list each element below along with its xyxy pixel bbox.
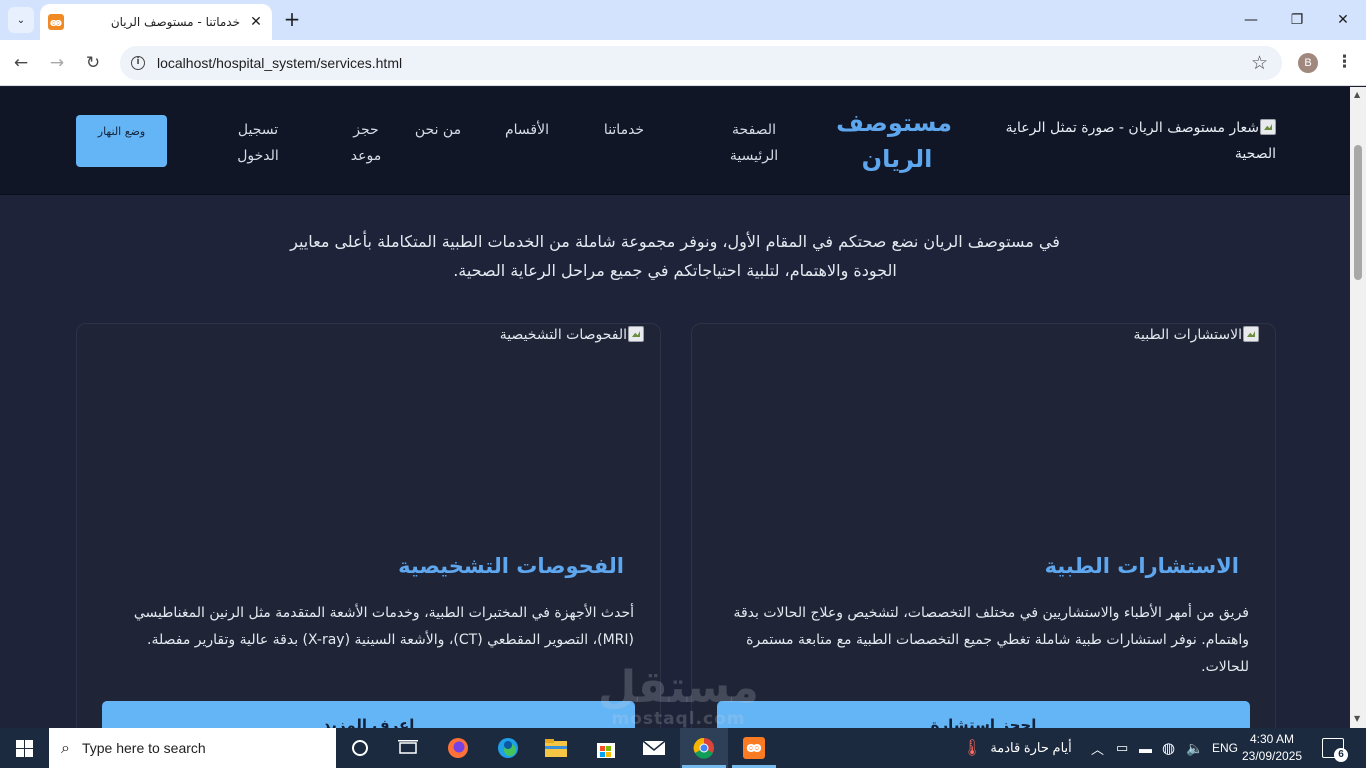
restore-button[interactable]: ❐ [1274,0,1320,40]
broken-image-icon [1243,326,1259,342]
profile-avatar[interactable]: B [1298,53,1318,73]
xampp-icon: ꙭ [743,737,765,759]
mail-taskbar-button[interactable] [630,728,678,768]
search-placeholder: Type here to search [81,740,206,756]
logo-alt-text: شعار مستوصف الريان - صورة تمثل الرعاية ا… [1005,120,1276,162]
card-description: أحدث الأجهزة في المختبرات الطبية، وخدمات… [133,605,634,648]
cortana-circle-icon [352,740,368,756]
tab-search-button[interactable]: ⌄ [8,7,34,33]
task-view-button[interactable] [384,728,432,768]
weather-widget[interactable]: 🌡 أيام حارة قادمة [962,728,1072,768]
store-taskbar-button[interactable] [582,728,630,768]
site-header: شعار مستوصف الريان - صورة تمثل الرعاية ا… [0,87,1350,195]
thermometer-icon: 🌡 [962,740,983,757]
notification-count-badge: 6 [1334,748,1348,762]
page-viewport: شعار مستوصف الريان - صورة تمثل الرعاية ا… [0,87,1350,728]
xampp-taskbar-button[interactable]: ꙭ [730,728,778,768]
search-icon: ⌕ [61,738,70,757]
tab-title: خدماتنا - مستوصف الريان [110,15,240,29]
volume-icon[interactable]: 🔈 [1186,728,1203,768]
taskbar-clock[interactable]: 4:30 AM 23/09/2025 [1242,731,1302,765]
browser-tab-strip: ⌄ ꙭ خدماتنا - مستوصف الريان ✕ + — ❐ ✕ [0,0,1366,40]
chrome-taskbar-button[interactable] [680,728,728,768]
back-button[interactable]: ← [8,50,34,76]
tab-close-icon[interactable]: ✕ [248,14,264,30]
nav-link-departments[interactable]: الأقسام [498,117,556,143]
meet-now-icon[interactable]: ▭ [1116,728,1128,768]
site-logo[interactable]: شعار مستوصف الريان - صورة تمثل الرعاية ا… [976,115,1276,167]
clock-time: 4:30 AM [1249,732,1295,746]
broken-image-icon [628,326,644,342]
nav-link-booking[interactable]: حجز موعد [346,117,386,169]
network-globe-icon[interactable]: ◍ [1162,728,1175,768]
reload-button[interactable]: ↻ [80,50,106,76]
show-hidden-icons-button[interactable]: ︿ [1091,728,1104,768]
store-icon [597,743,615,758]
chrome-icon [693,737,714,759]
start-button[interactable] [0,728,48,768]
card-title: الفحوصات التشخيصية [398,554,624,578]
windows-logo-icon [15,739,33,757]
site-info-icon[interactable]: i [131,56,145,70]
url-text[interactable]: localhost/hospital_system/services.html [157,55,402,71]
card-description: فريق من أمهر الأطباء والاستشاريين في مخت… [733,605,1249,675]
xampp-favicon-icon: ꙭ [48,14,64,30]
brand-name[interactable]: مستوصف الريان [836,105,952,177]
card-title: الاستشارات الطبية [1044,554,1239,578]
nav-link-home[interactable]: الصفحة الرئيسية [714,117,794,169]
scroll-down-arrow-icon[interactable]: ▼ [1354,714,1360,723]
forward-button[interactable]: → [44,50,70,76]
firefox-taskbar-button[interactable] [434,728,482,768]
language-indicator[interactable]: ENG [1212,728,1238,768]
edge-taskbar-button[interactable] [484,728,532,768]
folder-icon [545,739,567,757]
card-image-alt: الفحوصات التشخيصية [499,327,627,343]
bookmark-star-icon[interactable]: ☆ [1251,52,1268,74]
new-tab-button[interactable]: + [280,8,304,32]
nav-link-login[interactable]: تسجيل الدخول [226,117,290,169]
service-card-consultations: الاستشارات الطبية الاستشارات الطبية فريق… [691,323,1276,728]
file-explorer-taskbar-button[interactable] [532,728,580,768]
browser-tab-active[interactable]: ꙭ خدماتنا - مستوصف الريان ✕ [40,4,272,40]
minimize-button[interactable]: — [1228,0,1274,40]
browser-toolbar: ← → ↻ i localhost/hospital_system/servic… [0,40,1366,86]
theme-toggle-button[interactable]: وضع النهار [76,115,167,167]
mail-icon [642,740,666,755]
page-scrollbar[interactable]: ▲ ▼ [1350,87,1366,728]
cortana-button[interactable] [336,728,384,768]
battery-icon[interactable]: ▬ [1139,728,1152,768]
card-image-alt: الاستشارات الطبية [1133,327,1242,343]
nav-link-services[interactable]: خدماتنا [598,117,650,143]
chevron-up-icon: ︿ [1091,741,1105,757]
address-bar[interactable]: i localhost/hospital_system/services.htm… [120,46,1282,80]
book-consultation-button[interactable]: احجز استشارة [717,701,1250,728]
weather-text: أيام حارة قادمة [990,740,1072,755]
broken-image-icon [1260,119,1276,135]
card-image: الاستشارات الطبية [1134,326,1259,343]
firefox-icon [448,738,468,758]
learn-more-button[interactable]: اعرف المزيد [102,701,635,728]
service-card-diagnostics: الفحوصات التشخيصية الفحوصات التشخيصية أح… [76,323,661,728]
services-intro: في مستوصف الريان نضع صحتكم في المقام الأ… [290,232,1060,280]
clock-date: 23/09/2025 [1242,749,1303,763]
windows-taskbar: ⌕ Type here to search ꙭ 🌡 أيام حارة قادم… [0,728,1366,768]
edge-icon [498,738,518,758]
taskbar-search-box[interactable]: ⌕ Type here to search [49,728,336,768]
card-image: الفحوصات التشخيصية [500,326,644,343]
scrollbar-thumb[interactable] [1354,145,1362,280]
task-view-icon [398,740,418,754]
nav-link-about[interactable]: من نحن [410,117,466,143]
browser-menu-icon[interactable]: ⋮ [1336,52,1353,72]
close-window-button[interactable]: ✕ [1320,0,1366,40]
scroll-up-arrow-icon[interactable]: ▲ [1354,90,1360,99]
